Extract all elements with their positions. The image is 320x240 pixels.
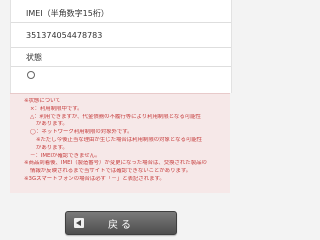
- status-notice: ※状態について ×：利用制限中です。 △：利用できますが、代金債務の不履行等によ…: [10, 93, 230, 193]
- notice-line: －：IMEIが確認できません。: [30, 152, 101, 159]
- notice-line: ※3Gスマートフォンの場合は必ず「－」と表記されます。: [24, 175, 165, 182]
- notice-line: △：利用できますが、代金債務の不履行等により利用制限となる可能性: [30, 113, 201, 120]
- divider: [11, 66, 231, 67]
- divider: [11, 22, 231, 23]
- back-arrow-icon: [74, 218, 84, 228]
- imei-label: IMEI（半角数字15桁）: [26, 9, 109, 18]
- status-radio-icon: [27, 71, 35, 79]
- notice-line: があります。: [36, 121, 68, 128]
- imei-value: 351374054478783: [26, 31, 103, 40]
- notice-line: 情報が反映されるまで当サイトでは確認できないことがあります。: [30, 168, 192, 175]
- back-button-label: 戻る: [108, 219, 134, 231]
- notice-line: ※商品到着後、IMEI（製造番号）が変更になった場合は、交換された製品の: [24, 160, 207, 167]
- notice-line: ※状態について: [24, 98, 61, 104]
- notice-line: ×：利用制限中です。: [30, 105, 83, 112]
- footer: 戻る: [0, 193, 240, 240]
- info-card: IMEI（半角数字15桁） 351374054478783 状態: [10, 0, 232, 93]
- divider: [11, 47, 231, 48]
- notice-line: ※ただし今後正当な理由が生じた場合は利用制限の対象となる可能性: [36, 136, 203, 143]
- notice-line: ◯：ネットワーク利用制限の対象外です。: [30, 129, 133, 136]
- status-label: 状態: [26, 53, 42, 62]
- back-button[interactable]: 戻る: [65, 211, 177, 235]
- notice-line: があります。: [36, 144, 68, 151]
